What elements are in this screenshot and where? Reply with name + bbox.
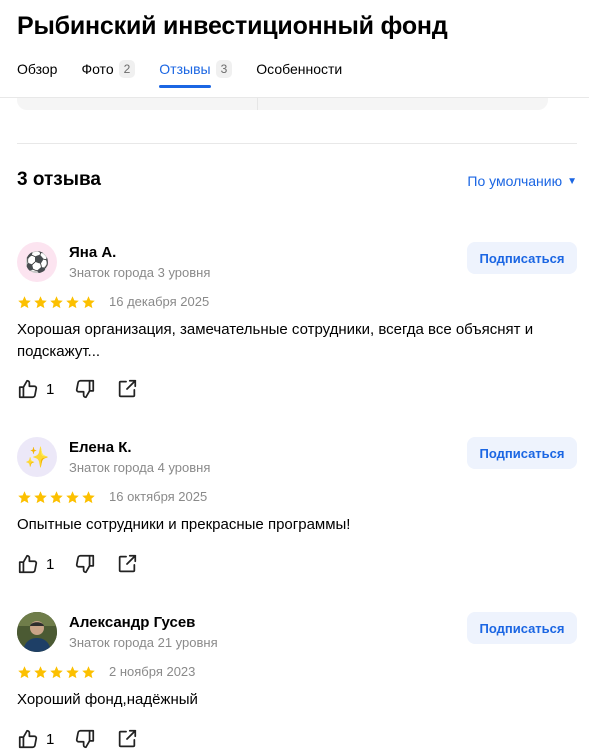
info-card-bottom [17,98,548,110]
tab-reviews-count: 3 [215,60,233,78]
thumbs-up-icon [18,379,38,399]
star-icon [18,296,31,309]
star-icon [50,666,63,679]
dislike-button[interactable] [74,553,96,575]
review-date: 16 декабря 2025 [109,294,210,309]
star-icon [34,666,47,679]
tab-photos[interactable]: Фото 2 [81,58,136,80]
review-author[interactable]: Яна А. [69,244,116,261]
review-text: Опытные сотрудники и прекрасные программ… [17,516,351,533]
star-icon [50,491,63,504]
star-icon [34,491,47,504]
tab-photos-count: 2 [118,60,136,78]
rating-stars [17,295,96,310]
subscribe-button[interactable]: Подписаться [467,612,577,644]
tab-reviews-label: Отзывы [159,61,211,77]
thumbs-up-icon [18,729,38,749]
share-icon [119,729,137,748]
like-button[interactable]: 1 [17,378,54,400]
star-icon [66,491,79,504]
dislike-button[interactable] [74,728,96,750]
avatar[interactable] [17,612,57,652]
thumbs-down-icon [76,379,95,399]
review-date: 2 ноября 2023 [109,664,196,679]
star-icon [50,296,63,309]
review-item: ⚽ Яна А. Знаток города 3 уровня Подписат… [17,242,577,412]
star-icon [82,491,95,504]
share-button[interactable] [116,553,138,575]
review-date: 16 октября 2025 [109,489,208,504]
star-icon [82,296,95,309]
share-icon [119,379,137,398]
review-text: Хороший фонд,надёжный [17,691,198,708]
thumbs-up-icon [18,554,38,574]
review-text: Хорошая организация, замечательные сотру… [17,321,534,360]
subscribe-button[interactable]: Подписаться [467,437,577,469]
tab-features[interactable]: Особенности [256,58,342,80]
tab-overview-label: Обзор [17,61,58,77]
star-icon [66,666,79,679]
review-actions: 1 [17,728,158,750]
star-icon [66,296,79,309]
rating-stars [17,665,96,680]
info-card-divider [257,98,258,110]
thumbs-down-icon [76,729,95,749]
section-divider [17,143,577,144]
dislike-button[interactable] [74,378,96,400]
share-button[interactable] [116,378,138,400]
sort-dropdown[interactable]: По умолчанию ▼ [467,173,577,189]
star-icon [18,666,31,679]
review-author[interactable]: Елена К. [69,439,132,456]
star-icon [82,666,95,679]
review-actions: 1 [17,378,158,400]
like-count: 1 [46,380,55,398]
tab-overview[interactable]: Обзор [17,58,57,80]
review-item: ✨ Елена К. Знаток города 4 уровня Подпис… [17,437,577,607]
share-button[interactable] [116,728,138,750]
like-button[interactable]: 1 [17,553,54,575]
like-count: 1 [46,730,55,748]
like-button[interactable]: 1 [17,728,54,750]
tab-bar: Обзор Фото 2 Отзывы 3 Особенности [17,58,366,88]
review-author-level: Знаток города 3 уровня [69,265,211,280]
reviews-heading: 3 отзыва [17,169,101,190]
avatar-emoji: ⚽ [24,251,50,274]
star-icon [18,491,31,504]
star-icon [34,296,47,309]
subscribe-button[interactable]: Подписаться [467,242,577,274]
tab-photos-label: Фото [81,61,114,77]
review-actions: 1 [17,553,158,575]
avatar[interactable]: ⚽ [17,242,57,282]
rating-stars [17,490,96,505]
share-icon [119,554,137,573]
thumbs-down-icon [76,554,95,574]
tab-features-label: Особенности [256,61,343,77]
avatar-emoji: ✨ [24,446,50,469]
user-photo-icon [17,612,57,652]
sort-label: По умолчанию [467,173,563,189]
avatar[interactable]: ✨ [17,437,57,477]
like-count: 1 [46,555,55,573]
page-title: Рыбинский инвестиционный фонд [17,12,448,40]
caret-down-icon: ▼ [567,175,577,187]
review-item: Александр Гусев Знаток города 21 уровня … [17,612,577,751]
review-author-level: Знаток города 21 уровня [69,635,218,650]
tab-reviews[interactable]: Отзывы 3 [159,58,233,88]
review-author[interactable]: Александр Гусев [69,614,195,631]
review-author-level: Знаток города 4 уровня [69,460,211,475]
